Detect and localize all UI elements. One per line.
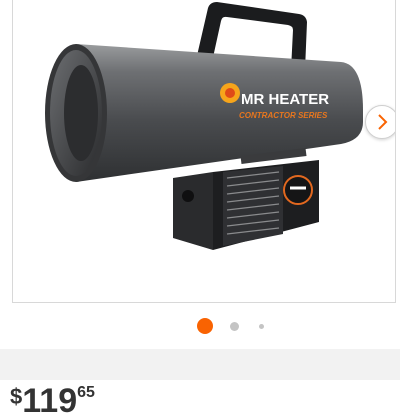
pagination-dot-3[interactable] — [259, 324, 264, 329]
gallery-pagination — [0, 316, 400, 336]
price-dollars: 119 — [22, 382, 78, 420]
product-image-gallery[interactable]: MR HEATER CONTRACTOR SERIES — [12, 0, 396, 303]
price-currency: $ — [10, 384, 23, 409]
pagination-dot-2[interactable] — [230, 322, 239, 331]
brand-text: MR HEATER — [241, 91, 329, 108]
pagination-dot-1[interactable] — [197, 318, 213, 334]
chevron-right-icon — [378, 114, 388, 130]
section-divider — [0, 349, 400, 380]
product-image: MR HEATER CONTRACTOR SERIES — [45, 2, 363, 250]
next-image-button[interactable] — [365, 105, 395, 139]
product-price: $11965 — [10, 384, 95, 418]
price-cents: 65 — [77, 384, 95, 401]
series-text: CONTRACTOR SERIES — [239, 111, 328, 120]
